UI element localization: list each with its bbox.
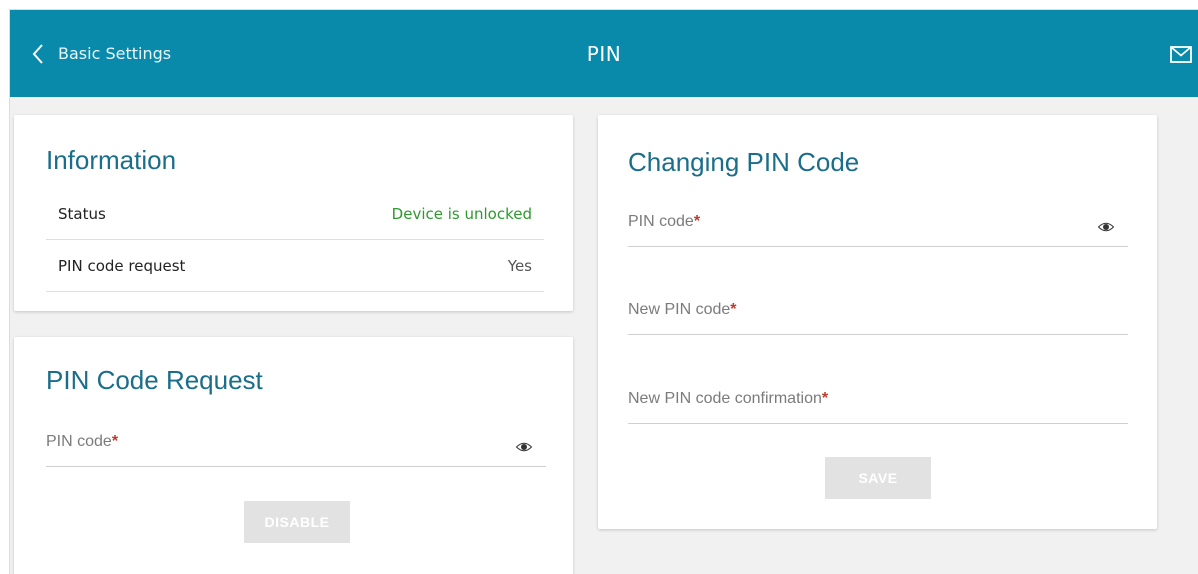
top-header: Basic Settings PIN	[10, 10, 1198, 97]
save-button[interactable]: SAVE	[825, 457, 931, 499]
chevron-left-icon	[32, 43, 44, 65]
new-pin-input[interactable]: New PIN code*	[628, 291, 1128, 335]
new-pin-confirmation-input[interactable]: New PIN code confirmation*	[628, 380, 1128, 424]
pin-code-request-card: PIN Code Request PIN code* DISABLE	[14, 337, 573, 574]
new-pin-confirmation-label: New PIN code confirmation	[628, 390, 822, 407]
pin-request-value: Yes	[507, 256, 532, 275]
change-pin-card: Changing PIN Code PIN code* New PIN code…	[598, 115, 1157, 529]
information-title: Information	[46, 145, 177, 175]
current-pin-input[interactable]: PIN code*	[628, 203, 1128, 247]
required-mark: *	[821, 390, 829, 407]
page-title: PIN	[586, 41, 622, 66]
back-label: Basic Settings	[58, 44, 172, 63]
pin-code-label: PIN code	[46, 433, 112, 450]
new-pin-label: New PIN code	[628, 301, 731, 318]
information-card: Information Status Device is unlocked PI…	[14, 115, 573, 311]
envelope-icon[interactable]	[1170, 46, 1192, 68]
info-row-pin-request: PIN code request Yes	[46, 240, 544, 292]
required-mark: *	[111, 433, 119, 450]
app-frame: Basic Settings PIN Information Status De…	[9, 9, 1198, 574]
required-mark: *	[730, 301, 737, 318]
disable-button[interactable]: DISABLE	[244, 501, 350, 543]
required-mark: *	[693, 213, 701, 230]
back-button[interactable]: Basic Settings	[32, 10, 171, 97]
info-row-status: Status Device is unlocked	[46, 188, 544, 240]
status-value: Device is unlocked	[391, 204, 532, 223]
info-label-status: Status	[58, 204, 106, 223]
current-pin-label: PIN code	[628, 213, 694, 230]
change-pin-title: Changing PIN Code	[628, 147, 860, 177]
pin-code-request-title: PIN Code Request	[46, 365, 263, 395]
info-label-pin-request: PIN code request	[58, 256, 186, 275]
eye-icon[interactable]	[515, 439, 533, 457]
pin-code-input[interactable]: PIN code*	[46, 423, 546, 467]
eye-icon[interactable]	[1097, 219, 1115, 237]
